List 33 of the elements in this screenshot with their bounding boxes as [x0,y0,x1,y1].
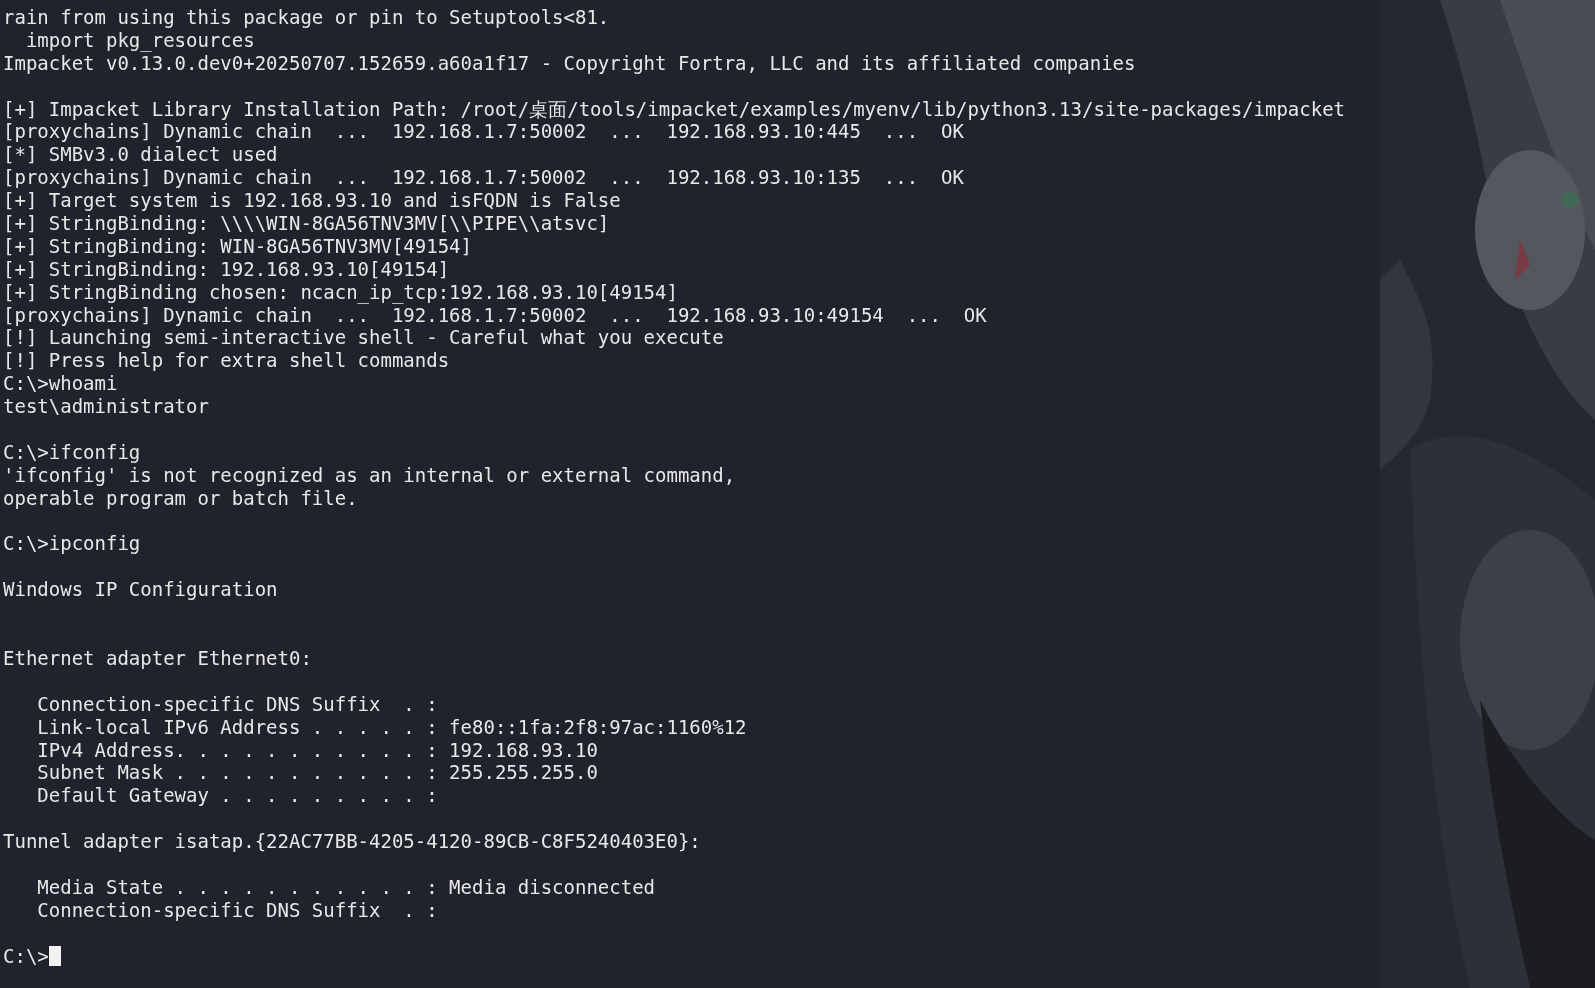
terminal-line: import pkg_resources [24,28,255,51]
terminal-line: Windows IP Configuration [3,578,278,601]
terminal-line: 'ifconfig' is not recognized as an internal or external command, [3,463,736,486]
terminal-line: Connection-specific DNS Suffix . : [36,898,438,921]
terminal-line: Ethernet adapter Ethernet0: [3,646,312,669]
terminal-line: [+] Impacket Library Installation Path: /root/桌面/tools/impacket/examples/myenv/lib/python3.13/site-packages/impacket [3,97,1346,120]
terminal-line: [!] Press help for extra shell commands [3,349,450,372]
terminal-line: C:\>ipconfig [3,532,141,555]
terminal-line: rain from using this package or pin to Setuptools<81. [3,6,610,28]
terminal-line: C:\>ifconfig [3,440,141,463]
terminal-line: [+] StringBinding: WIN-8GA56TNV3MV[49154] [3,234,472,257]
command-prompt: C:\> [3,944,49,968]
terminal-line: [proxychains] Dynamic chain ... 192.168.1.7:50002 ... 192.168.93.10:135 ... OK [3,166,964,189]
terminal-line: Subnet Mask . . . . . . . . . . . : 255.255.255.0 [36,761,598,784]
terminal-line: [+] StringBinding: 192.168.93.10[49154] [3,257,450,280]
terminal-line: test\administrator [3,395,209,418]
terminal-line: [+] StringBinding: \\\\WIN-8GA56TNV3MV[\\PIPE\\atsvc] [3,212,610,234]
terminal-line: [+] StringBinding chosen: ncacn_ip_tcp:192.168.93.10[49154] [3,280,678,303]
terminal-line: Connection-specific DNS Suffix . : [36,692,438,715]
terminal-line: [proxychains] Dynamic chain ... 192.168.1.7:50002 ... 192.168.93.10:49154 ... OK [3,303,987,326]
terminal-line: C:\>whoami [3,372,118,395]
terminal-line: [!] Launching semi-interactive shell - Careful what you execute [3,326,724,349]
terminal-line: IPv4 Address. . . . . . . . . . . : 192.168.93.10 [36,738,598,761]
terminal-line: Tunnel adapter isatap.{22AC77BB-4205-4120-89CB-C8F5240403E0}: [3,830,701,853]
terminal-line: [*] SMBv3.0 dialect used [3,143,278,166]
terminal-line: Media State . . . . . . . . . . . : Media disconnected [36,875,656,898]
cursor [48,945,61,966]
terminal-line: Default Gateway . . . . . . . . . : [36,784,438,807]
terminal-line: Impacket v0.13.0.dev0+20250707.152659.a60a1f17 - Copyright Fortra, LLC and its affiliated companies [3,51,1136,74]
terminal-line: operable program or batch file. [3,486,358,509]
terminal-line: [proxychains] Dynamic chain ... 192.168.1.7:50002 ... 192.168.93.10:445 ... OK [3,120,964,143]
terminal-line: [+] Target system is 192.168.93.10 and isFQDN is False [3,189,621,212]
terminal-line: Link-local IPv6 Address . . . . . : fe80::1fa:2f8:97ac:1160%12 [36,715,747,738]
